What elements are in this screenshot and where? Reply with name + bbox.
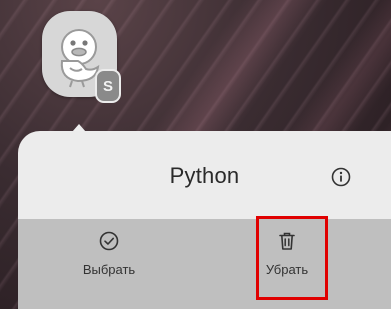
select-label: Выбрать (82, 262, 136, 277)
check-circle-icon (99, 231, 119, 251)
select-button[interactable]: Выбрать (49, 219, 169, 309)
popup-header: Python (18, 131, 391, 219)
remove-button[interactable]: Убрать (227, 219, 347, 309)
home-screen: S Python Выбрать Убрать (0, 0, 391, 309)
remove-label: Убрать (265, 262, 309, 277)
app-context-popup: Python Выбрать Убрать (18, 131, 391, 309)
app-badge: S (95, 69, 121, 103)
info-button[interactable] (331, 167, 351, 187)
trash-icon (279, 232, 295, 250)
info-icon (331, 167, 351, 187)
popup-actions: Выбрать Убрать (18, 219, 391, 309)
